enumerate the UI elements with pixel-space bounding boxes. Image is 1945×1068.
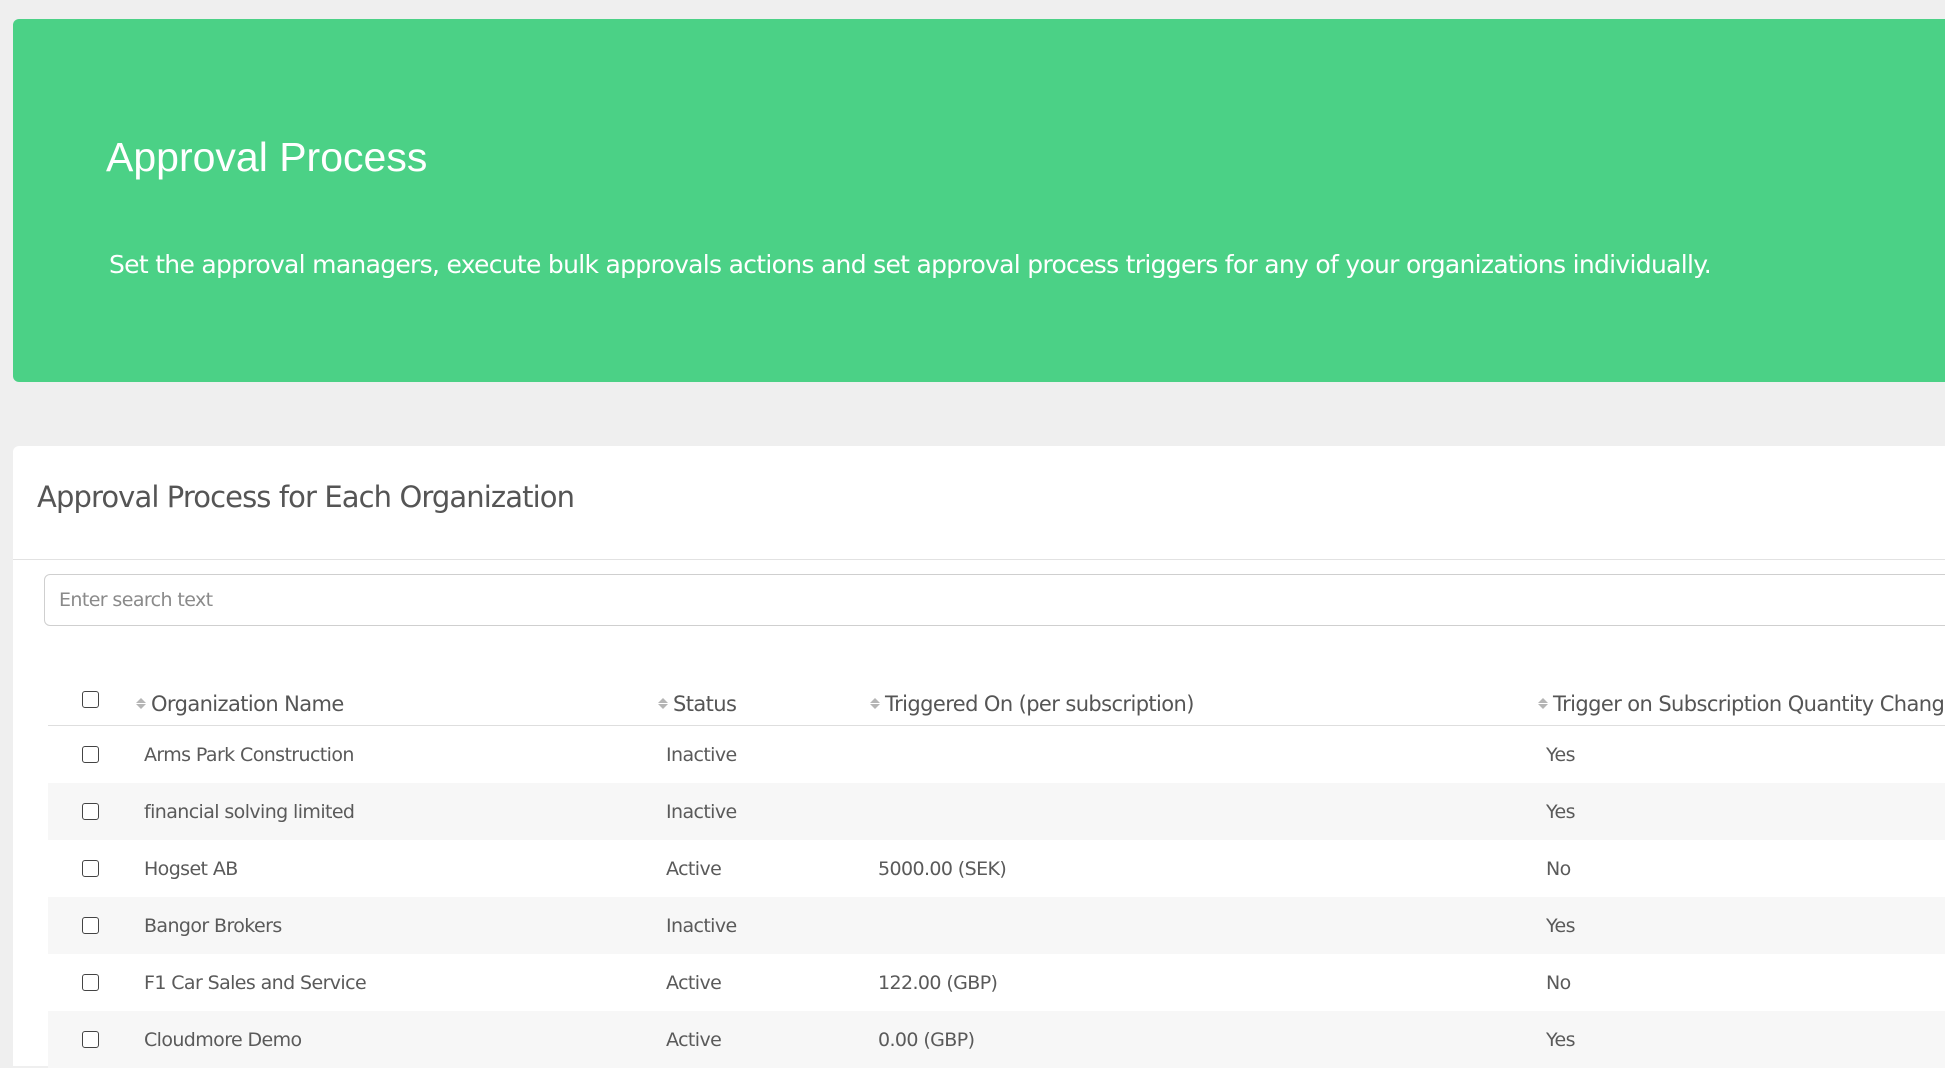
row-select-cell: [82, 840, 99, 897]
row-checkbox[interactable]: [82, 746, 99, 763]
quantity-changes-cell: No: [1546, 971, 1571, 994]
table-row[interactable]: financial solving limited Inactive Yes: [48, 783, 1945, 840]
column-header-trigger-on-quantity-changes[interactable]: Trigger on Subscription Quantity Changes: [1538, 668, 1945, 725]
column-header-label[interactable]: Trigger on Subscription Quantity Changes: [1553, 692, 1945, 716]
status-cell: Active: [666, 857, 722, 880]
row-checkbox[interactable]: [82, 860, 99, 877]
sort-icon[interactable]: [136, 698, 146, 709]
column-header-status[interactable]: Status: [658, 668, 737, 725]
status-cell: Active: [666, 971, 722, 994]
search-input[interactable]: [44, 574, 1945, 626]
select-all-checkbox[interactable]: [82, 691, 99, 708]
panel-divider: [13, 559, 1945, 560]
table-row[interactable]: F1 Car Sales and Service Active 122.00 (…: [48, 954, 1945, 1011]
organization-name-cell: Arms Park Construction: [144, 743, 354, 766]
organization-name-cell: F1 Car Sales and Service: [144, 971, 367, 994]
select-all-cell: [82, 668, 99, 725]
row-checkbox[interactable]: [82, 974, 99, 991]
organization-name-cell: Hogset AB: [144, 857, 238, 880]
column-header-label[interactable]: Organization Name: [151, 692, 344, 716]
quantity-changes-cell: Yes: [1546, 1028, 1575, 1051]
organization-name-cell: Cloudmore Demo: [144, 1028, 302, 1051]
row-select-cell: [82, 1011, 99, 1068]
page-header-banner: Approval Process Set the approval manage…: [13, 19, 1945, 382]
table-row[interactable]: Bangor Brokers Inactive Yes: [48, 897, 1945, 954]
row-checkbox[interactable]: [82, 917, 99, 934]
panel-title: Approval Process for Each Organization: [37, 480, 575, 514]
sort-icon[interactable]: [1538, 698, 1548, 709]
organizations-table: Organization Name Status Triggered On (p…: [48, 668, 1945, 1068]
page-description: Set the approval managers, execute bulk …: [109, 250, 1712, 279]
column-header-label[interactable]: Triggered On (per subscription): [885, 692, 1194, 716]
quantity-changes-cell: Yes: [1546, 800, 1575, 823]
status-cell: Inactive: [666, 914, 737, 937]
row-select-cell: [82, 726, 99, 783]
quantity-changes-cell: Yes: [1546, 914, 1575, 937]
status-cell: Inactive: [666, 800, 737, 823]
table-row[interactable]: Cloudmore Demo Active 0.00 (GBP) Yes: [48, 1011, 1945, 1068]
quantity-changes-cell: Yes: [1546, 743, 1575, 766]
row-select-cell: [82, 954, 99, 1011]
organization-name-cell: Bangor Brokers: [144, 914, 282, 937]
column-header-label[interactable]: Status: [673, 692, 737, 716]
row-checkbox[interactable]: [82, 803, 99, 820]
row-checkbox[interactable]: [82, 1031, 99, 1048]
column-header-triggered-on[interactable]: Triggered On (per subscription): [870, 668, 1194, 725]
row-select-cell: [82, 897, 99, 954]
row-select-cell: [82, 783, 99, 840]
sort-icon[interactable]: [870, 698, 880, 709]
table-row[interactable]: Arms Park Construction Inactive Yes: [48, 726, 1945, 783]
status-cell: Active: [666, 1028, 722, 1051]
sort-icon[interactable]: [658, 698, 668, 709]
status-cell: Inactive: [666, 743, 737, 766]
triggered-on-cell: 122.00 (GBP): [878, 971, 998, 994]
table-header-row: Organization Name Status Triggered On (p…: [48, 668, 1945, 726]
approval-process-panel: Approval Process for Each Organization O…: [13, 446, 1945, 1068]
column-header-organization-name[interactable]: Organization Name: [136, 668, 344, 725]
triggered-on-cell: 5000.00 (SEK): [878, 857, 1007, 880]
organization-name-cell: financial solving limited: [144, 800, 355, 823]
triggered-on-cell: 0.00 (GBP): [878, 1028, 975, 1051]
page-title: Approval Process: [106, 134, 428, 180]
table-row[interactable]: Hogset AB Active 5000.00 (SEK) No: [48, 840, 1945, 897]
quantity-changes-cell: No: [1546, 857, 1571, 880]
